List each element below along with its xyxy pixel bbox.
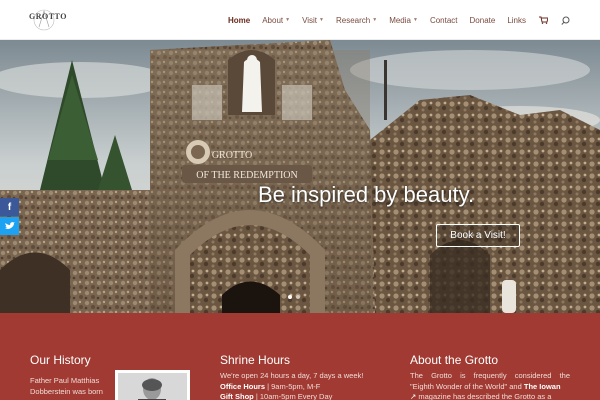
chevron-down-icon: ▼ bbox=[285, 17, 291, 23]
nav-donate-label: Donate bbox=[469, 15, 496, 25]
site-logo[interactable]: GROTTO bbox=[29, 8, 67, 32]
slider-dot-2[interactable] bbox=[296, 295, 300, 299]
nav-donate[interactable]: Donate bbox=[470, 16, 496, 25]
nav-home-label: Home bbox=[227, 15, 251, 25]
hero-slider: OF THE REDEMPTION GROTTO Be inspired by … bbox=[0, 40, 600, 313]
nav-links[interactable]: Links bbox=[507, 16, 526, 25]
nav-media-label: Media bbox=[389, 15, 411, 25]
gift-shop-line: Gift Shop | 10am-5pm Every Day bbox=[220, 392, 390, 400]
about-line-3: ↗ magazine has described the Grotto as a bbox=[410, 392, 570, 400]
grotto-sign-text: OF THE REDEMPTION bbox=[196, 170, 297, 181]
nav-about[interactable]: About ▼ bbox=[262, 16, 290, 25]
hero-headline: Be inspired by beauty. bbox=[258, 182, 475, 207]
nav-visit[interactable]: Visit ▼ bbox=[302, 16, 324, 25]
twitter-icon bbox=[4, 222, 15, 229]
the-iowan-link[interactable]: The Iowan bbox=[524, 382, 561, 391]
nav-links-label: Links bbox=[507, 15, 526, 25]
nav-research-label: Research bbox=[335, 15, 371, 25]
facebook-icon: f bbox=[7, 201, 12, 213]
info-band: Our History Father Paul Matthias Dobbers… bbox=[0, 313, 600, 400]
history-line-1: Father Paul Matthias bbox=[30, 376, 100, 385]
chevron-down-icon: ▼ bbox=[319, 17, 324, 23]
hours-text: We're open 24 hours a day, 7 days a week… bbox=[220, 371, 390, 400]
nav-media[interactable]: Media ▼ bbox=[389, 16, 418, 25]
hours-title: Shrine Hours bbox=[220, 353, 291, 367]
site-header: GROTTO Home About ▼ Visit ▼ Research ▼ Medi… bbox=[0, 0, 600, 40]
twitter-share-button[interactable] bbox=[0, 217, 19, 235]
gift-shop-value: | 10am-5pm Every Day bbox=[253, 392, 333, 400]
office-hours-value: | 9am-5pm, M-F bbox=[265, 381, 321, 391]
nav-contact-label: Contact bbox=[429, 15, 458, 25]
grotto-sign-title: GROTTO bbox=[212, 150, 252, 161]
office-hours-label: Office Hours bbox=[220, 381, 266, 391]
history-line-2: Dobberstein was born bbox=[30, 386, 103, 396]
office-hours-line: Office Hours | 9am-5pm, M-F bbox=[220, 382, 390, 393]
about-line-2: "Eighth Wonder of the World" and The Iow… bbox=[410, 382, 570, 393]
about-title: About the Grotto bbox=[410, 353, 499, 367]
hero-grotto-image: OF THE REDEMPTION GROTTO bbox=[0, 40, 600, 313]
about-line-3-text: magazine has described the Grotto as a bbox=[416, 392, 552, 400]
history-text: Father Paul Matthias Dobberstein was bor… bbox=[30, 376, 110, 397]
nav-home[interactable]: Home bbox=[228, 16, 250, 25]
logo-text: GROTTO bbox=[29, 12, 67, 21]
nav-contact[interactable]: Contact bbox=[430, 16, 458, 25]
history-title: Our History bbox=[30, 353, 91, 367]
about-line-2-text: "Eighth Wonder of the World" and bbox=[410, 381, 524, 391]
slider-dot-1[interactable] bbox=[288, 295, 292, 299]
chevron-down-icon: ▼ bbox=[372, 17, 378, 23]
chevron-down-icon: ▼ bbox=[412, 17, 418, 23]
founder-portrait bbox=[118, 373, 187, 400]
book-a-visit-button[interactable]: Book a Visit! bbox=[436, 224, 520, 247]
slider-dots bbox=[286, 295, 302, 299]
cart-icon[interactable] bbox=[538, 15, 548, 25]
about-line-1: The Grotto is frequently considered the bbox=[410, 371, 570, 380]
hours-line-1: We're open 24 hours a day, 7 days a week… bbox=[220, 371, 364, 380]
search-icon[interactable] bbox=[560, 15, 570, 25]
nav-about-label: About bbox=[262, 15, 284, 25]
history-photo bbox=[115, 370, 190, 400]
nav-research[interactable]: Research ▼ bbox=[336, 16, 377, 25]
gift-shop-label: Gift Shop bbox=[220, 392, 254, 400]
nav-visit-label: Visit bbox=[302, 15, 318, 25]
facebook-share-button[interactable]: f bbox=[0, 198, 19, 216]
about-text: The Grotto is frequently considered the … bbox=[410, 371, 570, 400]
main-nav: Home About ▼ Visit ▼ Research ▼ Media ▼ Cont… bbox=[216, 0, 570, 40]
